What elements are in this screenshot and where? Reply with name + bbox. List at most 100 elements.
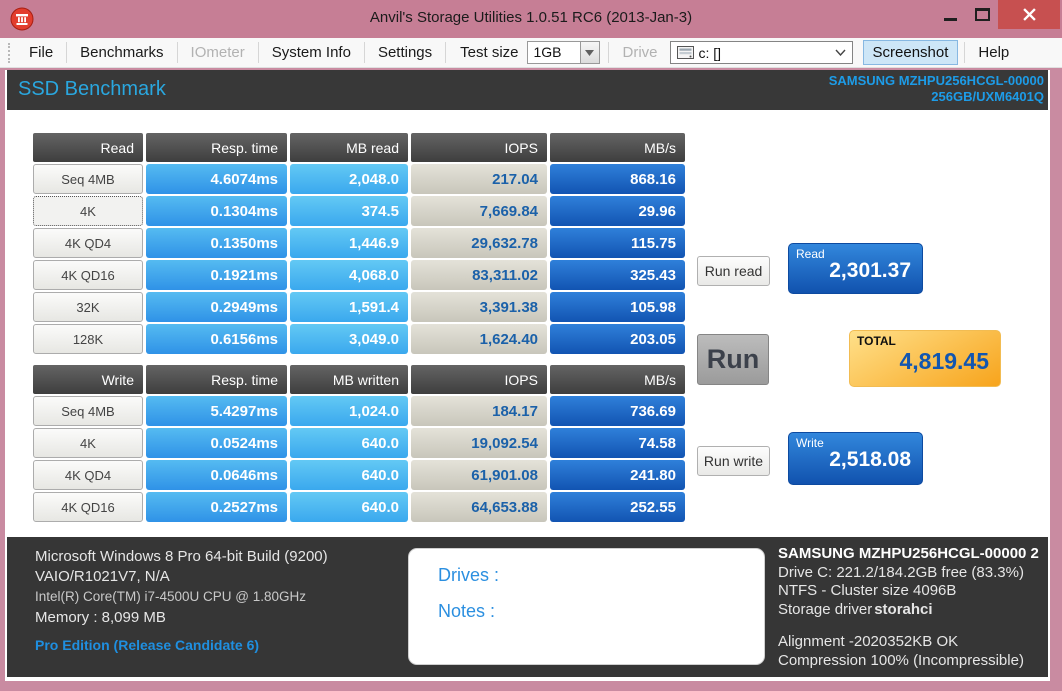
write-row-seq4mb: Seq 4MB 5.4297ms 1,024.0 184.17 736.69 [33,396,685,426]
row-label-button[interactable]: 4K QD4 [33,460,143,490]
iops-value: 83,311.02 [411,260,547,290]
mbs-header-cell: MB/s [550,133,685,162]
resp-time-value: 5.4297ms [146,396,287,426]
window-frame [0,68,5,691]
mb-read-value: 3,049.0 [290,324,408,354]
minimize-button[interactable] [934,0,966,29]
row-label-button[interactable]: 4K QD16 [33,260,143,290]
read-score-box: Read 2,301.37 [788,243,923,294]
read-header-cell: Read [33,133,143,162]
mbs-value: 325.43 [550,260,685,290]
run-write-button[interactable]: Run write [697,446,770,476]
notes-label: Notes : [438,601,496,621]
screenshot-button[interactable]: Screenshot [862,40,959,65]
mbs-value: 868.16 [550,164,685,194]
mbs-value: 74.58 [550,428,685,458]
row-label-button[interactable]: 4K QD16 [33,492,143,522]
iops-header-cell: IOPS [411,133,547,162]
menu-file[interactable]: File [18,41,64,65]
menu-separator [964,42,966,63]
memory-info: Memory : 8,099 MB [35,609,166,626]
drive-select[interactable]: c: [] [669,41,853,64]
menu-help[interactable]: Help [967,41,1020,65]
iops-value: 3,391.38 [411,292,547,322]
read-row-128k: 128K 0.6156ms 3,049.0 1,624.40 203.05 [33,324,685,354]
drive-compression: Compression 100% (Incompressible) [778,651,1024,669]
read-score-value: 2,301.37 [829,259,911,282]
iops-value: 1,624.40 [411,324,547,354]
cpu-info: Intel(R) Core(TM) i7-4500U CPU @ 1.80GHz [35,589,307,604]
menu-separator [445,42,447,63]
write-score-label: Write [796,436,824,450]
menu-separator [257,42,259,63]
test-size-dropdown-button[interactable] [579,41,600,64]
title-bar: Anvil's Storage Utilities 1.0.51 RC6 (20… [0,0,1062,38]
write-score-box: Write 2,518.08 [788,432,923,485]
mb-read-value: 1,446.9 [290,228,408,258]
iops-value: 64,653.88 [411,492,547,522]
read-row-4kqd16: 4K QD16 0.1921ms 4,068.0 83,311.02 325.4… [33,260,685,290]
read-row-4k: 4K 0.1304ms 374.5 7,669.84 29.96 [33,196,685,226]
window-frame [1050,68,1062,691]
test-size-select[interactable]: 1GB [526,41,600,64]
mbs-value: 29.96 [550,196,685,226]
mb-written-value: 640.0 [290,460,408,490]
drive-model: SAMSUNG MZHPU256HCGL-00000 2 [778,545,1039,562]
mbs-value: 241.80 [550,460,685,490]
resp-time-value: 0.6156ms [146,324,287,354]
toolbar-grip-icon [8,42,12,63]
chevron-down-icon [834,49,846,56]
iops-value: 61,901.08 [411,460,547,490]
resp-time-header-cell: Resp. time [146,133,287,162]
close-icon [1022,8,1036,21]
row-label-button[interactable]: 4K [33,196,143,226]
menu-settings[interactable]: Settings [367,41,443,65]
run-read-button[interactable]: Run read [697,256,770,286]
iops-header-cell: IOPS [411,365,547,394]
iops-value: 29,632.78 [411,228,547,258]
info-panel: Microsoft Windows 8 Pro 64-bit Build (92… [7,537,1048,677]
resp-time-value: 0.1921ms [146,260,287,290]
drive-filesystem: NTFS - Cluster size 4096B [778,582,957,599]
drive-details-extra: Alignment -2020352KB OK Compression 100%… [778,633,1050,670]
drive-details: SAMSUNG MZHPU256HCGL-00000 2 Drive C: 22… [778,545,1050,619]
page-title: SSD Benchmark [18,78,166,100]
close-button[interactable] [998,0,1060,29]
mbs-value: 203.05 [550,324,685,354]
read-table-header: Read Resp. time MB read IOPS MB/s [33,133,685,162]
menu-separator [607,42,609,63]
resp-time-header-cell: Resp. time [146,365,287,394]
mbs-value: 736.69 [550,396,685,426]
write-row-4k: 4K 0.0524ms 640.0 19,092.54 74.58 [33,428,685,458]
read-row-seq4mb: Seq 4MB 4.6074ms 2,048.0 217.04 868.16 [33,164,685,194]
test-size-value: 1GB [526,41,580,64]
run-button[interactable]: Run [697,334,769,385]
mb-written-value: 640.0 [290,492,408,522]
mb-written-header-cell: MB written [290,365,408,394]
menu-benchmarks[interactable]: Benchmarks [69,41,174,65]
window-title: Anvil's Storage Utilities 1.0.51 RC6 (20… [369,9,693,26]
read-row-32k: 32K 0.2949ms 1,591.4 3,391.38 105.98 [33,292,685,322]
mb-written-value: 1,024.0 [290,396,408,426]
write-header-cell: Write [33,365,143,394]
mb-read-value: 1,591.4 [290,292,408,322]
drive-capacity: Drive C: 221.2/184.2GB free (83.3%) [778,563,1024,581]
menu-system-info[interactable]: System Info [261,41,362,65]
notes-area[interactable]: Drives : Notes : [408,548,765,665]
test-size-label: Test size [460,44,519,61]
row-label-button[interactable]: Seq 4MB [33,396,143,426]
resp-time-value: 0.0646ms [146,460,287,490]
resp-time-value: 0.2949ms [146,292,287,322]
write-table-header: Write Resp. time MB written IOPS MB/s [33,365,685,394]
row-label-button[interactable]: 4K [33,428,143,458]
row-label-button[interactable]: 32K [33,292,143,322]
mb-read-header-cell: MB read [290,133,408,162]
row-label-button[interactable]: 4K QD4 [33,228,143,258]
drive-value: c: [] [698,44,722,61]
machine-info: VAIO/R1021V7, N/A [35,568,170,585]
drive-icon [676,46,694,59]
chevron-down-icon [585,49,594,56]
row-label-button[interactable]: Seq 4MB [33,164,143,194]
maximize-button[interactable] [966,0,998,29]
row-label-button[interactable]: 128K [33,324,143,354]
